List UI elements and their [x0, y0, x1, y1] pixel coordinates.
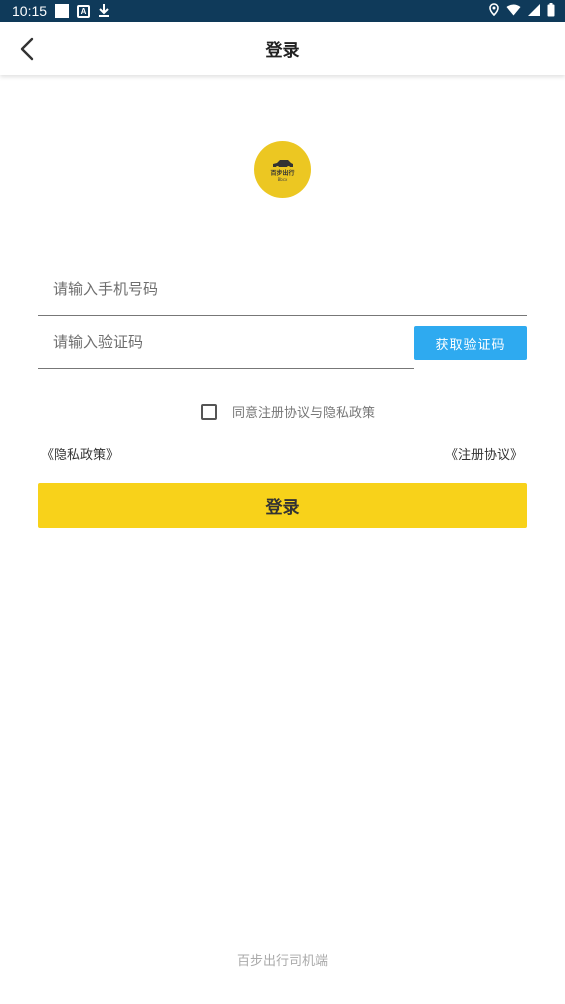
battery-icon — [547, 2, 555, 20]
phone-field — [38, 263, 527, 316]
status-time: 10:15 — [12, 3, 48, 19]
back-arrow-icon — [20, 37, 34, 61]
agree-checkbox[interactable] — [201, 403, 217, 420]
status-left: 10:15 A — [12, 3, 110, 20]
code-field — [38, 316, 414, 369]
app-header: 登录 — [0, 22, 565, 75]
phone-input[interactable] — [38, 263, 527, 315]
logo-text: 百步出行 — [270, 170, 295, 177]
footer-text: 百步出行司机端 — [236, 954, 328, 969]
register-agreement-link[interactable]: 《注册协议》 — [445, 444, 523, 463]
login-button[interactable]: 登录 — [38, 483, 527, 528]
location-icon — [489, 3, 499, 19]
page-title: 登录 — [265, 41, 300, 61]
notification-square-icon — [55, 4, 70, 18]
download-icon — [98, 3, 110, 20]
privacy-policy-link[interactable]: 《隐私政策》 — [41, 444, 119, 463]
logo-subtext: Bbcx — [277, 177, 288, 182]
wifi-icon — [506, 3, 521, 19]
status-bar: 10:15 A — [0, 0, 565, 22]
signal-icon — [528, 3, 540, 19]
get-code-button[interactable]: 获取验证码 — [414, 326, 527, 360]
back-button[interactable] — [12, 34, 42, 64]
agree-label: 同意注册协议与隐私政策 — [232, 406, 376, 421]
status-right — [489, 2, 555, 20]
app-logo: 百步出行 Bbcx — [254, 141, 311, 198]
verification-code-input[interactable] — [38, 316, 414, 368]
car-icon — [272, 160, 293, 169]
agreement-row: 同意注册协议与隐私政策 — [201, 402, 375, 421]
a-icon: A — [77, 4, 91, 18]
